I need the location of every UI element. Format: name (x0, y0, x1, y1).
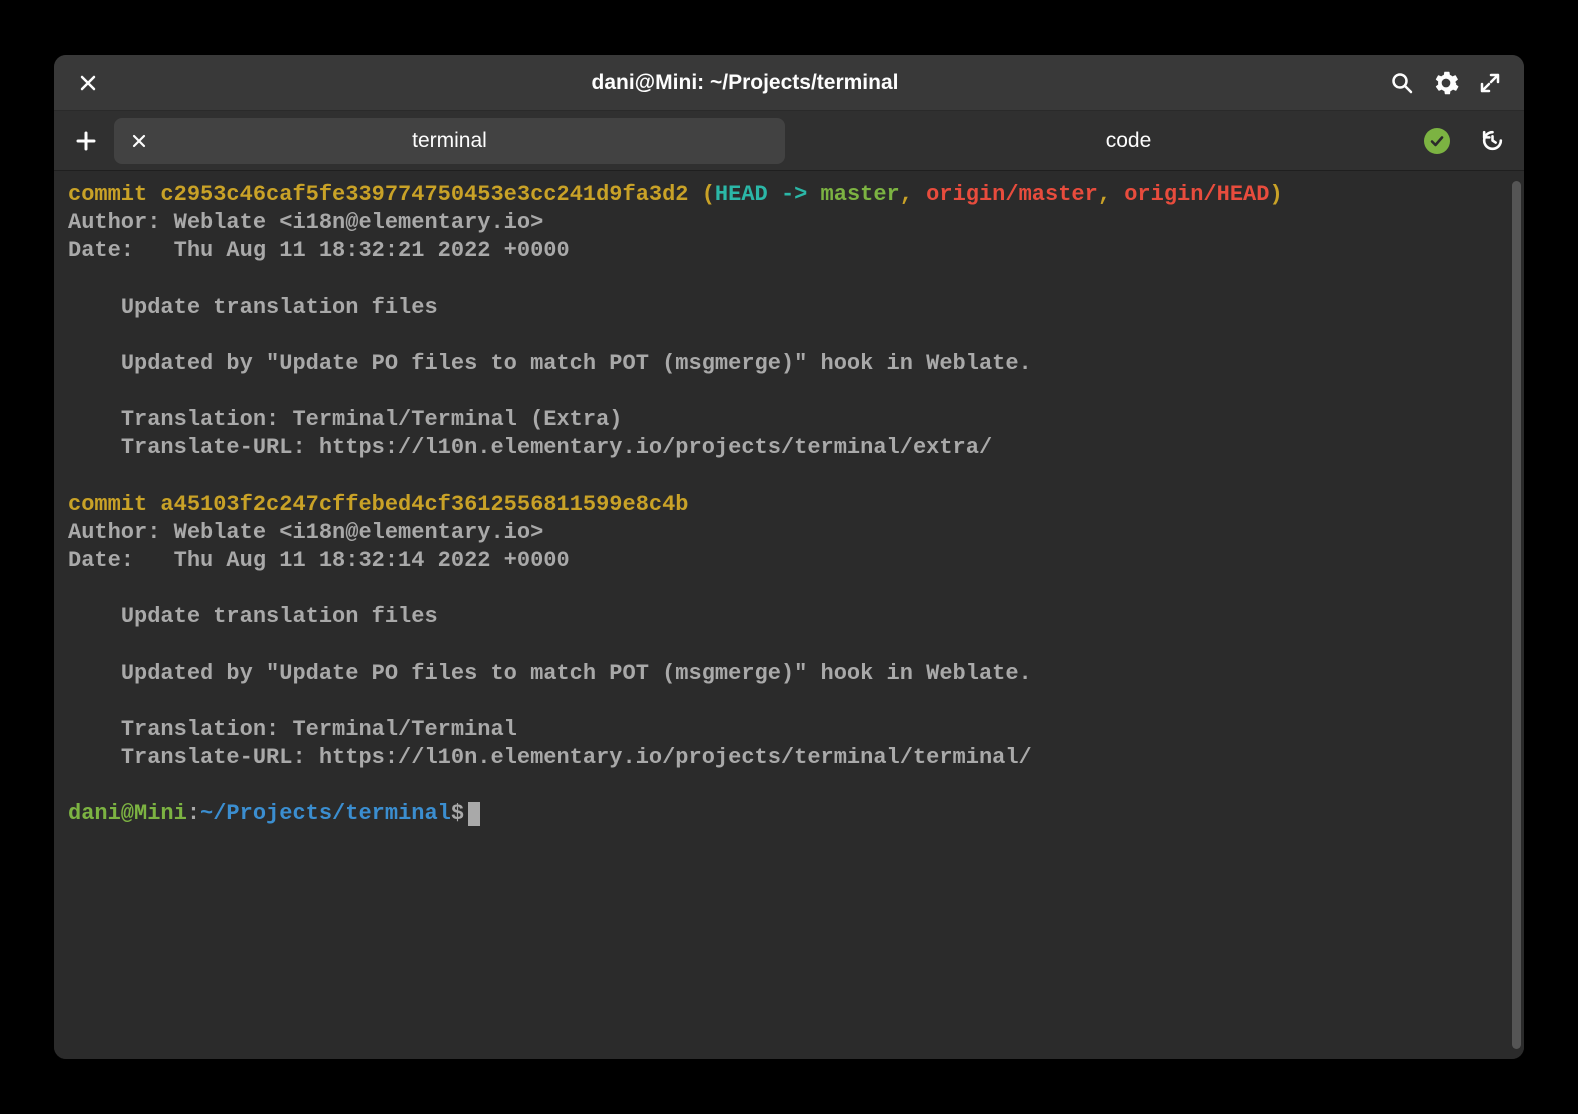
search-button[interactable] (1384, 65, 1420, 101)
prompt-symbol: $ (451, 801, 464, 826)
close-icon (131, 133, 147, 149)
ref-local: master (821, 182, 900, 207)
author-line: Author: Weblate <i18n@elementary.io> (68, 210, 543, 235)
success-icon (1424, 128, 1450, 154)
commit-body-line: Translation: Terminal/Terminal (Extra) (121, 407, 623, 432)
scrollbar-thumb[interactable] (1512, 181, 1521, 1049)
window-title: dani@Mini: ~/Projects/terminal (114, 71, 1376, 95)
commit-word: commit (68, 182, 160, 207)
scrollbar[interactable] (1512, 181, 1521, 1049)
date-line: Date: Thu Aug 11 18:32:21 2022 +0000 (68, 238, 570, 263)
tab-code[interactable]: code (793, 118, 1464, 164)
ref-remote: origin/master (926, 182, 1098, 207)
gear-icon (1433, 70, 1459, 96)
search-icon (1390, 71, 1414, 95)
close-icon (78, 73, 98, 93)
prompt-user-host: dani@Mini (68, 801, 187, 826)
commit-hash: a45103f2c247cffebed4cf3612556811599e8c4b (160, 492, 688, 517)
tab-label: terminal (160, 129, 739, 153)
fullscreen-button[interactable] (1472, 65, 1508, 101)
window-close-button[interactable] (70, 65, 106, 101)
commit-body-line: Translate-URL: https://l10n.elementary.i… (121, 745, 1032, 770)
prompt-cwd: ~/Projects/terminal (200, 801, 451, 826)
cursor (468, 802, 480, 826)
tab-close-button[interactable] (128, 130, 150, 152)
git-commit-line: commit c2953c46caf5fe339774750453e3cc241… (68, 182, 1283, 207)
prompt[interactable]: dani@Mini:~/Projects/terminal$ (68, 801, 480, 826)
commit-hash: c2953c46caf5fe339774750453e3cc241d9fa3d2 (160, 182, 688, 207)
ref-head: HEAD (715, 182, 768, 207)
date-line: Date: Thu Aug 11 18:32:14 2022 +0000 (68, 548, 570, 573)
author-line: Author: Weblate <i18n@elementary.io> (68, 520, 543, 545)
history-button[interactable] (1472, 121, 1512, 161)
tab-label: code (843, 129, 1414, 153)
tab-terminal[interactable]: terminal (114, 118, 785, 164)
commit-body-line: Translation: Terminal/Terminal (121, 717, 517, 742)
ref-remote: origin/HEAD (1124, 182, 1269, 207)
settings-button[interactable] (1428, 65, 1464, 101)
plus-icon (75, 130, 97, 152)
commit-body-line: Translate-URL: https://l10n.elementary.i… (121, 435, 992, 460)
tabbar: terminal code (54, 111, 1524, 171)
terminal-window: dani@Mini: ~/Projects/terminal terminal … (54, 55, 1524, 1059)
commit-subject: Update translation files (121, 604, 438, 629)
commit-body-line: Updated by "Update PO files to match POT… (121, 661, 1032, 686)
git-commit-line: commit a45103f2c247cffebed4cf36125568115… (68, 492, 689, 517)
history-icon (1480, 128, 1505, 153)
expand-icon (1479, 72, 1501, 94)
commit-subject: Update translation files (121, 295, 438, 320)
titlebar: dani@Mini: ~/Projects/terminal (54, 55, 1524, 111)
new-tab-button[interactable] (66, 121, 106, 161)
terminal-output[interactable]: commit c2953c46caf5fe339774750453e3cc241… (54, 171, 1524, 1059)
commit-body-line: Updated by "Update PO files to match POT… (121, 351, 1032, 376)
